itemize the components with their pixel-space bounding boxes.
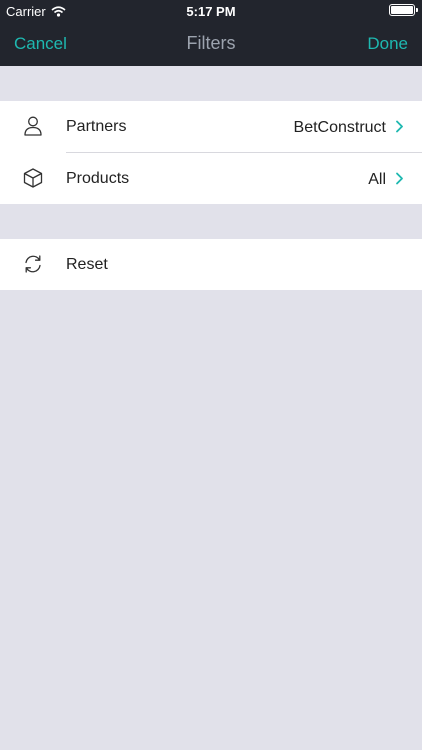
partners-label: Partners bbox=[66, 118, 127, 135]
navigation-header: Carrier 5:17 PM Cancel Filters Done bbox=[0, 0, 422, 66]
filter-row-products[interactable]: Products All bbox=[0, 153, 422, 204]
done-button[interactable]: Done bbox=[367, 34, 408, 54]
battery-level bbox=[391, 6, 413, 14]
chevron-right-icon bbox=[396, 172, 403, 185]
filter-row-partners[interactable]: Partners BetConstruct bbox=[0, 101, 422, 153]
partners-value: BetConstruct bbox=[293, 119, 386, 136]
reset-label: Reset bbox=[66, 256, 108, 273]
status-bar: Carrier 5:17 PM bbox=[0, 0, 422, 22]
filters-group: Partners BetConstruct Products All bbox=[0, 101, 422, 204]
chevron-right-icon bbox=[396, 120, 403, 133]
reset-button[interactable]: Reset bbox=[0, 239, 422, 290]
status-time: 5:17 PM bbox=[186, 4, 236, 19]
nav-bar: Cancel Filters Done bbox=[0, 22, 422, 66]
products-value: All bbox=[368, 171, 386, 188]
page-title: Filters bbox=[186, 33, 236, 53]
person-icon bbox=[24, 116, 42, 136]
actions-group: Reset bbox=[0, 239, 422, 290]
products-label: Products bbox=[66, 170, 130, 187]
battery-icon bbox=[389, 4, 418, 16]
box-icon bbox=[23, 168, 43, 188]
refresh-icon bbox=[25, 255, 41, 273]
